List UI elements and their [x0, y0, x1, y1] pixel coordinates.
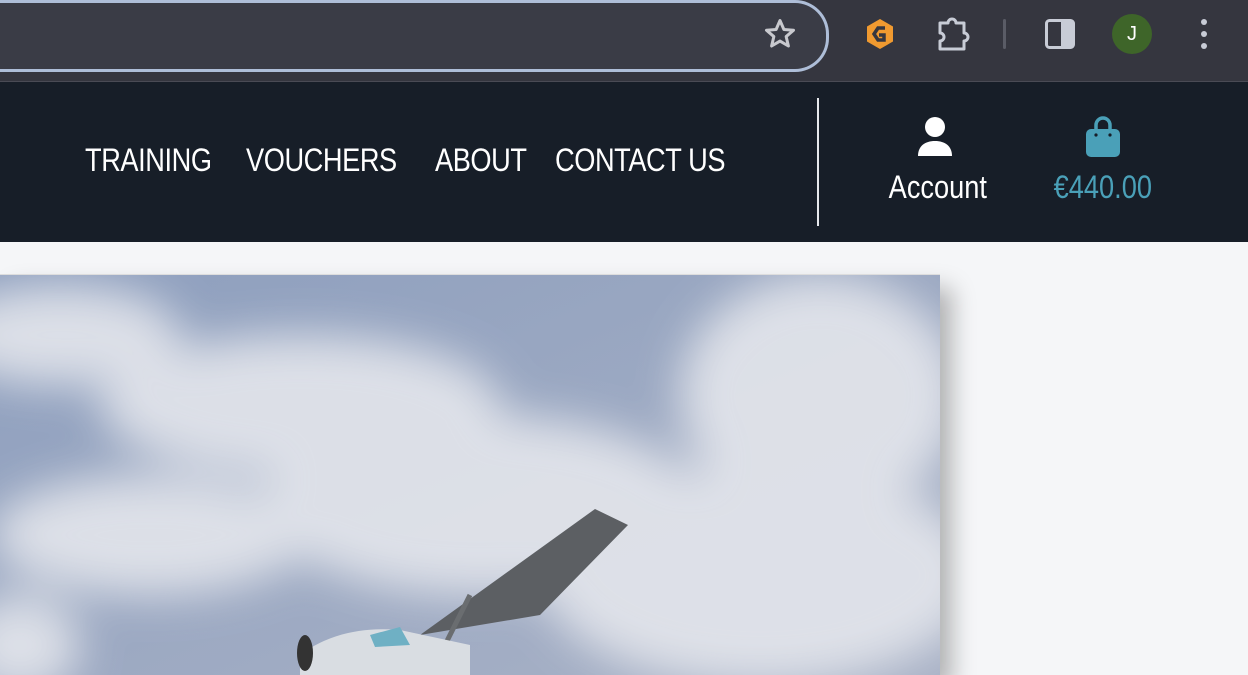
- nav-about[interactable]: ABOUT: [435, 142, 527, 179]
- account-label: Account: [888, 169, 987, 205]
- cart-total: €440.00: [1053, 169, 1153, 205]
- nav-vouchers[interactable]: VOUCHERS: [246, 142, 397, 179]
- main-nav: TRAINING VOUCHERS ABOUT CONTACT US: [85, 142, 735, 179]
- puzzle-icon[interactable]: [936, 17, 972, 51]
- nav-divider: [817, 98, 819, 226]
- user-icon: [918, 117, 952, 156]
- toolbar-separator: [1003, 19, 1006, 49]
- kebab-menu-icon[interactable]: [1196, 18, 1212, 50]
- profile-avatar[interactable]: J: [1112, 14, 1152, 54]
- nav-contact-us[interactable]: CONTACT US: [555, 142, 725, 179]
- cart-link[interactable]: €440.00: [1040, 116, 1166, 206]
- nav-training[interactable]: TRAINING: [85, 142, 212, 179]
- hero-image: [0, 274, 940, 675]
- address-bar[interactable]: [0, 0, 829, 72]
- browser-toolbar: J: [0, 0, 1248, 82]
- plane-photo: [0, 275, 940, 675]
- side-panel-icon[interactable]: [1045, 19, 1075, 49]
- extension-g-icon[interactable]: [864, 17, 896, 51]
- account-link[interactable]: Account: [880, 116, 990, 206]
- star-icon[interactable]: [762, 16, 798, 52]
- shopping-bag-icon: [1086, 116, 1120, 157]
